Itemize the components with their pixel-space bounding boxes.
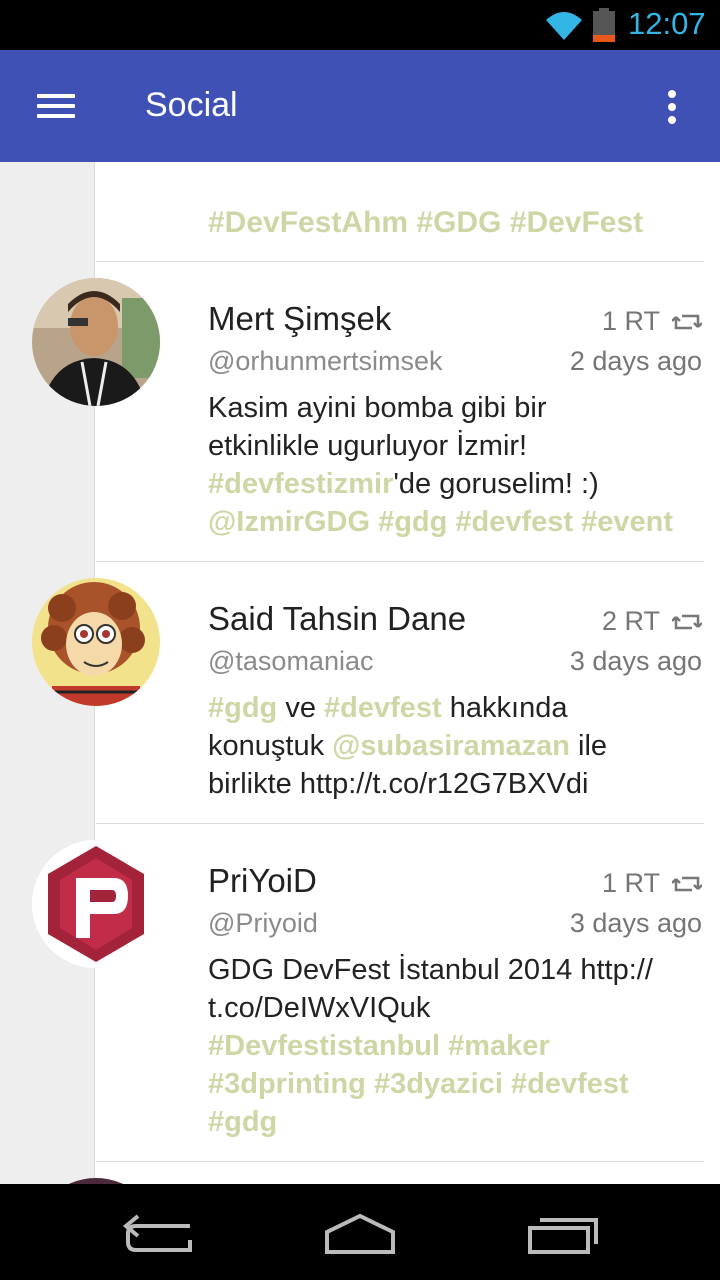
tweet-text-line: GDG DevFest İstanbul 2014 http:// (208, 954, 653, 987)
retweet-icon (672, 876, 702, 891)
hashtag-link[interactable]: @IzmirGDG #gdg #devfest #event (208, 506, 673, 538)
avatar[interactable] (32, 278, 160, 406)
tweet-text-segment: Kasim ayini bomba gibi bir (208, 392, 547, 424)
tweet-author-name: Said Tahsin Dane (208, 600, 467, 637)
tweet-text-line: #gdg ve #devfest hakkında (208, 692, 567, 725)
status-bar: 12:07 (0, 0, 720, 50)
tweet-text-line: #Devfestistanbul #maker (208, 1030, 550, 1063)
back-icon[interactable] (106, 1202, 216, 1262)
tweet-text-line: birlikte http://t.co/r12G7BXVdi (208, 768, 588, 801)
retweet-count-label: 2 RT (601, 606, 660, 636)
tweet-text-segment: birlikte http://t.co/r12G7BXVdi (208, 768, 589, 800)
tweet-text-line: #gdg (208, 1106, 277, 1139)
tweet-text-segment: t.co/DeIWxVIQuk (208, 992, 431, 1024)
battery-icon (593, 8, 615, 42)
hashtag-link[interactable]: #Devfestistanbul #maker (208, 1030, 550, 1062)
navigation-bar (0, 1184, 720, 1280)
tweet-author-name: PriYoiD (208, 862, 317, 899)
tweet-text-segment: 'de goruselim! :) (393, 468, 599, 500)
retweet-icon (672, 314, 702, 329)
retweet-count: 1 RT (602, 868, 702, 899)
tweet-text-line: konuştuk @subasiramazan ile (208, 730, 607, 763)
avatar[interactable] (32, 840, 160, 968)
retweet-icon (672, 614, 702, 629)
tweet-text-line: @IzmirGDG #gdg #devfest #event (208, 506, 673, 539)
retweet-count: 2 RT (602, 606, 702, 637)
tweet-author-handle[interactable]: @tasomaniac (208, 646, 373, 677)
tweet-item[interactable]: Said Tahsin Dane 2 RT @tasomaniac 3 days… (0, 562, 720, 824)
tweet-text-segment: etkinlikle ugurluyor İzmir! (208, 430, 528, 462)
divider (96, 1161, 704, 1162)
tweet-text-segment: ile (569, 730, 608, 762)
partial-tweet-hashtags[interactable]: #DevFestAhm #GDG #DevFest (208, 206, 643, 240)
clock: 12:07 (628, 6, 706, 41)
retweet-count-label: 1 RT (601, 868, 660, 898)
tweet-author-handle[interactable]: @Priyoid (208, 908, 318, 939)
tweet-timestamp: 2 days ago (569, 346, 702, 376)
tweet-item[interactable]: Mert Şimşek 1 RT @orhunmertsimsek 2 days… (0, 262, 720, 562)
tweet-text-line: etkinlikle ugurluyor İzmir! (208, 430, 527, 463)
hashtag-link[interactable]: #devfest (324, 692, 442, 724)
hamburger-menu-icon[interactable] (26, 80, 86, 132)
tweet-text-line: Kasim ayini bomba gibi bir (208, 392, 546, 425)
tweet-list[interactable]: #DevFestAhm #GDG #DevFest Mert Şimşek 1 … (0, 162, 720, 1184)
avatar[interactable] (32, 578, 160, 706)
tweet-text-line: #devfestizmir'de goruselim! :) (208, 468, 599, 501)
tweet-text-segment: GDG DevFest İstanbul 2014 http:// (208, 954, 653, 986)
hashtag-link[interactable]: #devfestizmir (208, 468, 393, 500)
hashtag-link[interactable]: #gdg (208, 1106, 277, 1138)
tweet-timestamp: 3 days ago (569, 908, 702, 938)
home-icon[interactable] (305, 1202, 415, 1262)
hashtag-link[interactable]: #gdg (208, 692, 277, 724)
tweet-author-name: Mert Şimşek (208, 300, 392, 337)
tweet-text-line: #3dprinting #3dyazici #devfest (208, 1068, 629, 1101)
tweet-author-handle[interactable]: @orhunmertsimsek (208, 346, 442, 377)
tweet-text-line: t.co/DeIWxVIQuk (208, 992, 430, 1025)
tweet-item[interactable]: PriYoiD 1 RT @Priyoid 3 days ago GDG Dev… (0, 824, 720, 1162)
app-bar: Social (0, 50, 720, 162)
retweet-count-label: 1 RT (601, 306, 660, 336)
more-vert-icon[interactable] (650, 78, 694, 134)
page-title: Social (145, 86, 238, 124)
wifi-icon (546, 12, 582, 40)
tweet-text-segment: ve (277, 692, 325, 724)
tweet-text-segment: hakkında (441, 692, 568, 724)
tweet-timestamp: 3 days ago (569, 646, 702, 676)
hashtag-link[interactable]: @subasiramazan (332, 730, 570, 762)
hashtag-link[interactable]: #3dprinting #3dyazici #devfest (208, 1068, 629, 1100)
recents-icon[interactable] (508, 1202, 618, 1262)
retweet-count: 1 RT (602, 306, 702, 337)
tweet-text-segment: konuştuk (208, 730, 333, 762)
